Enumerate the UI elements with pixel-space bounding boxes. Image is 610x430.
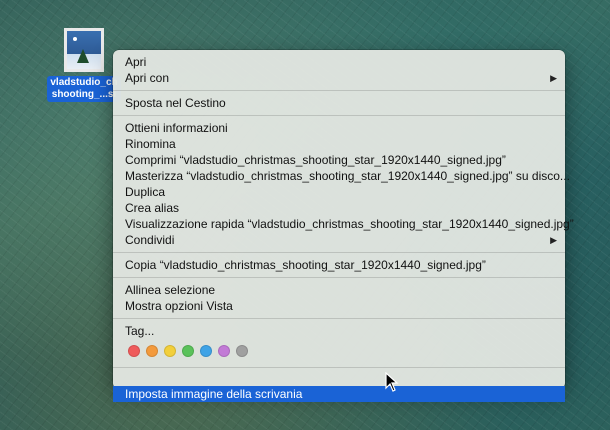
menu-item-copia[interactable]: Copia “vladstudio_christmas_shooting_sta… (113, 257, 565, 273)
menu-item-label: Condividi (125, 233, 175, 247)
menu-item-crea-alias[interactable]: Crea alias (113, 200, 565, 216)
menu-item-visualizzazione-rapida[interactable]: Visualizzazione rapida “vladstudio_chris… (113, 216, 574, 232)
menu-item-label: Crea alias (125, 201, 180, 215)
menu-item-label: Sposta nel Cestino (125, 96, 226, 110)
menu-item-ottieni-informazioni[interactable]: Ottieni informazioni (113, 120, 565, 136)
menu-item-tag[interactable]: Tag... (113, 323, 565, 339)
menu-item-label: Tag... (125, 324, 155, 338)
menu-item-label: Duplica (125, 185, 166, 199)
menu-item-label: Masterizza “vladstudio_christmas_shootin… (125, 169, 570, 183)
tag-color-row (113, 339, 565, 359)
menu-item-label: Imposta immagine della scrivania (125, 387, 303, 401)
menu-item-label: Visualizzazione rapida “vladstudio_chris… (125, 217, 574, 231)
tag-orange-dot[interactable] (146, 345, 158, 357)
arrow-pointer-icon (385, 372, 399, 392)
triangle-right-icon: ▶ (550, 73, 557, 83)
menu-item-sposta-nel-cestino[interactable]: Sposta nel Cestino (113, 95, 565, 111)
menu-separator (113, 318, 565, 319)
menu-item-label: Apri (125, 55, 147, 69)
tag-red-dot[interactable] (128, 345, 140, 357)
menu-separator (113, 367, 565, 368)
menu-item-masterizza[interactable]: Masterizza “vladstudio_christmas_shootin… (113, 168, 570, 184)
tag-blue-dot[interactable] (200, 345, 212, 357)
menu-separator (113, 252, 565, 253)
menu-separator (113, 115, 565, 116)
menu-item-apri-con[interactable]: Apri con ▶ (113, 70, 565, 86)
menu-item-label: Copia “vladstudio_christmas_shooting_sta… (125, 258, 486, 272)
desktop-file-label: vladstudio_ch shooting_...si (47, 76, 121, 102)
menu-item-rinomina[interactable]: Rinomina (113, 136, 565, 152)
menu-item-label: Allinea selezione (125, 283, 216, 297)
menu-item-condividi[interactable]: Condividi ▶ (113, 232, 565, 248)
tag-yellow-dot[interactable] (164, 345, 176, 357)
menu-separator (113, 90, 565, 91)
desktop-file-label-line2: shooting_...si (51, 89, 117, 100)
menu-item-label: Mostra opzioni Vista (125, 299, 233, 313)
menu-item-apri[interactable]: Apri (113, 54, 565, 70)
menu-item-mostra-opzioni-vista[interactable]: Mostra opzioni Vista (113, 298, 565, 314)
menu-item-comprimi[interactable]: Comprimi “vladstudio_christmas_shooting_… (113, 152, 565, 168)
desktop-file-label-line1: vladstudio_ch (50, 77, 118, 88)
tag-gray-dot[interactable] (236, 345, 248, 357)
menu-item-imposta-immagine-scrivania[interactable]: Imposta immagine della scrivania (113, 386, 565, 402)
triangle-right-icon: ▶ (550, 235, 557, 245)
tag-purple-dot[interactable] (218, 345, 230, 357)
menu-item-label: Apri con (125, 71, 170, 85)
tag-green-dot[interactable] (182, 345, 194, 357)
menu-item-label: Comprimi “vladstudio_christmas_shooting_… (125, 153, 506, 167)
image-thumbnail-icon (64, 28, 104, 72)
menu-item-duplica[interactable]: Duplica (113, 184, 565, 200)
menu-item-allinea-selezione[interactable]: Allinea selezione (113, 282, 565, 298)
menu-item-label: Ottieni informazioni (125, 121, 228, 135)
menu-item-label: Rinomina (125, 137, 176, 151)
menu-separator (113, 277, 565, 278)
context-menu: Apri Apri con ▶ Sposta nel Cestino Ottien… (113, 50, 574, 402)
